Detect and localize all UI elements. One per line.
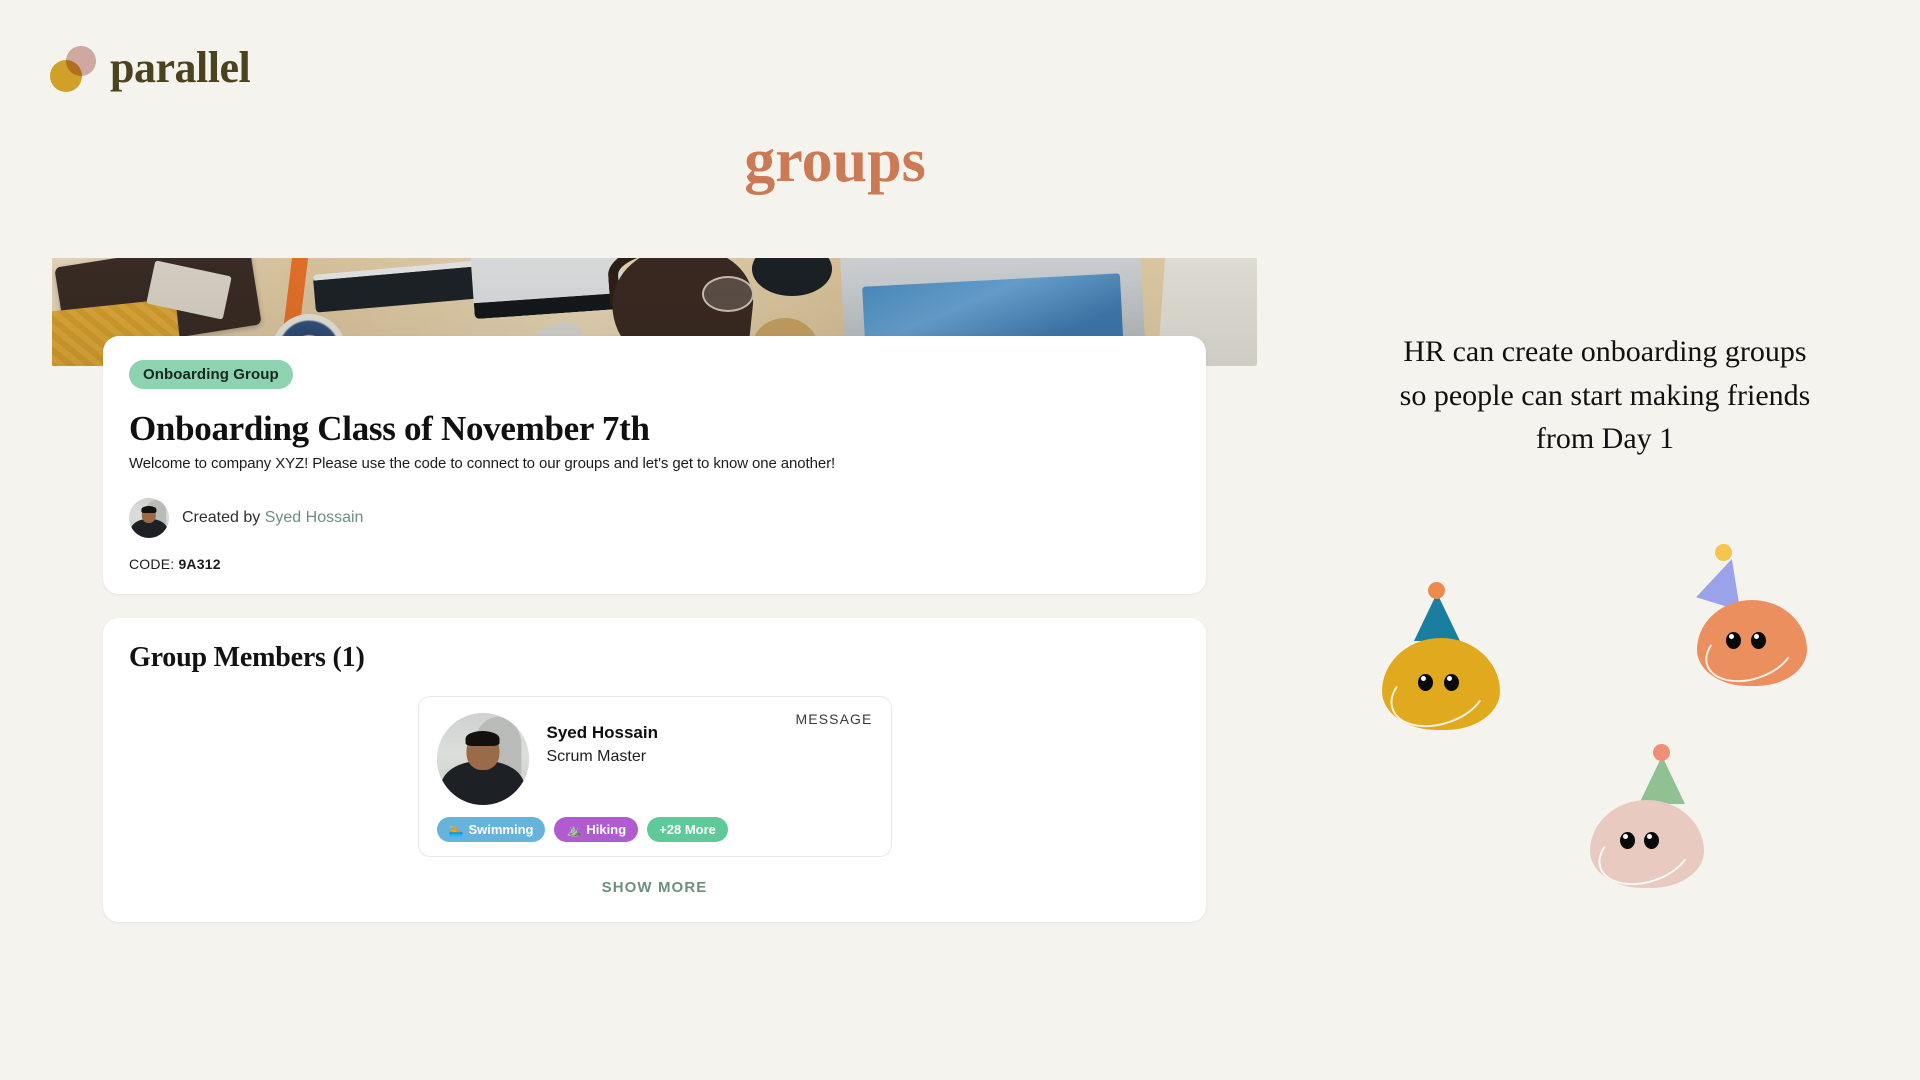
orange-blob-character	[1696, 544, 1807, 694]
avatar-hair	[141, 505, 157, 513]
logo-circle-rose-icon	[66, 46, 96, 76]
member-interest-tags: 🏊 Swimming ⛰️ Hiking +28 More	[436, 817, 873, 843]
show-more-button[interactable]: SHOW MORE	[129, 879, 1180, 896]
group-info-card: Onboarding Group Onboarding Class of Nov…	[103, 336, 1206, 595]
creator-label: Created by	[182, 509, 261, 527]
blob-eye-left	[1726, 632, 1741, 649]
mountain-icon: ⛰️	[566, 822, 582, 837]
blob-eye-right	[1444, 674, 1459, 691]
member-list: MESSAGE Syed Hossain Scrum Master 🏊 Swim…	[129, 696, 1180, 858]
avatar-hair	[465, 730, 500, 747]
group-creator-row: Created by Syed Hossain	[129, 498, 1180, 539]
member-avatar	[436, 713, 529, 806]
creator-name-link[interactable]: Syed Hossain	[265, 509, 364, 526]
member-meta: Syed Hossain Scrum Master	[547, 713, 659, 766]
interest-tag-label: Swimming	[468, 822, 534, 838]
members-section-title: Group Members (1)	[129, 642, 365, 674]
group-code-row: CODE: 9A312	[129, 556, 1180, 572]
party-hat-icon	[1414, 593, 1460, 641]
blob-eye-right	[1644, 832, 1659, 849]
blob-eye-left	[1418, 674, 1433, 691]
interest-tag-hiking[interactable]: ⛰️ Hiking	[554, 817, 639, 843]
logo-mark-icon	[48, 44, 100, 92]
blob-eye-left	[1620, 832, 1635, 849]
creator-text: Created by Syed Hossain	[182, 509, 363, 527]
member-card[interactable]: MESSAGE Syed Hossain Scrum Master 🏊 Swim…	[417, 696, 892, 858]
status-badge: Onboarding Group	[129, 360, 293, 389]
brand-name: parallel	[110, 43, 251, 92]
gold-blob-character	[1381, 582, 1500, 739]
interest-tag-more[interactable]: +28 More	[647, 817, 728, 843]
group-description: Welcome to company XYZ! Please use the c…	[129, 455, 836, 473]
page-title: groups	[744, 127, 926, 195]
blush-blob-character	[1589, 744, 1704, 897]
party-hat-pom-icon	[1428, 582, 1445, 599]
party-hat-pom-icon	[1715, 544, 1732, 561]
group-title: Onboarding Class of November 7th	[129, 409, 650, 448]
party-hat-icon	[1639, 756, 1685, 804]
page-heading: groups	[0, 130, 1920, 192]
group-members-card: Group Members (1) MESSAGE Syed Hossain S…	[103, 618, 1206, 923]
interest-tag-swimming[interactable]: 🏊 Swimming	[436, 817, 546, 843]
app-preview-window: Onboarding Group Onboarding Class of Nov…	[52, 258, 1257, 958]
message-button[interactable]: MESSAGE	[796, 711, 873, 727]
group-code-label: CODE:	[129, 556, 175, 573]
party-hat-pom-icon	[1653, 744, 1670, 761]
group-code-value: 9A312	[178, 556, 221, 573]
interest-tag-label: Hiking	[586, 822, 627, 838]
creator-avatar	[129, 498, 169, 539]
swimming-icon: 🏊	[448, 822, 464, 837]
feature-caption: HR can create onboarding groups so peopl…	[1399, 335, 1811, 455]
blob-eye-right	[1751, 632, 1766, 649]
member-name: Syed Hossain	[546, 723, 659, 743]
member-role: Scrum Master	[546, 748, 647, 766]
brand-logo[interactable]: parallel	[48, 43, 251, 92]
interest-tag-label: +28 More	[659, 822, 716, 838]
